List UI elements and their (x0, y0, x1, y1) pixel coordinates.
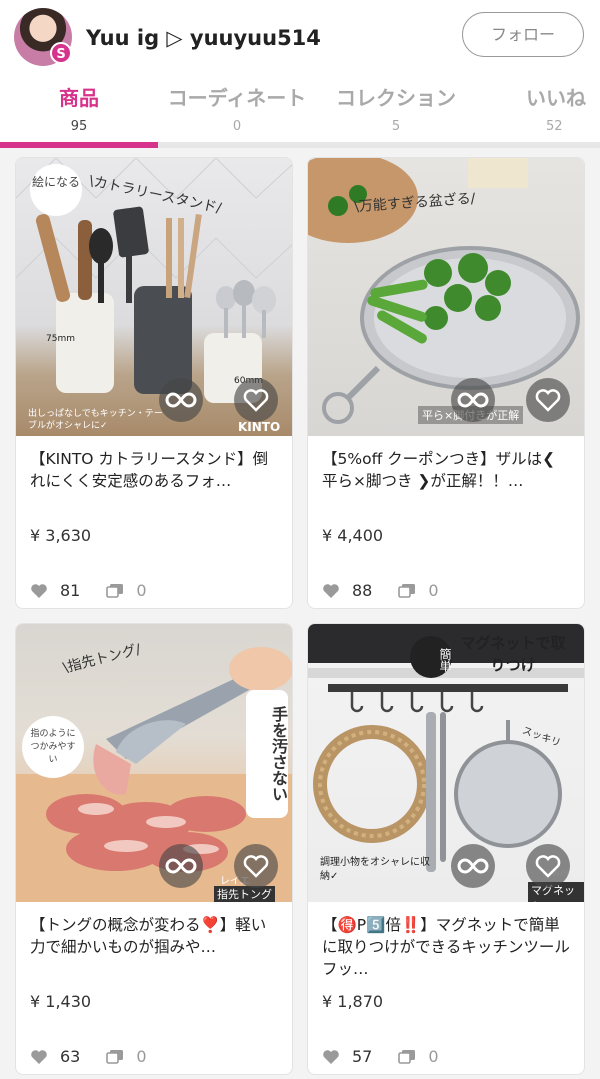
card-body: 【5%off クーポンつき】ザルは❮ 平ら×脚つき ❯が正解！！… ¥ 4,40… (308, 436, 584, 545)
image-bubble: 簡単 (410, 636, 452, 678)
infinity-icon (457, 392, 489, 408)
like-button[interactable] (526, 844, 570, 888)
product-grid: 絵になる \カトラリースタンド/ 75mm 60mm 出しっぱなしでもキッチン・… (0, 148, 600, 1079)
image-brand: KINTO (238, 420, 281, 434)
like-count: 63 (60, 1047, 81, 1066)
comment-count: 0 (136, 581, 147, 600)
product-title[interactable]: 【🉐P5️⃣倍‼️】マグネットで簡単に取りつけができるキッチンツールフッ… (322, 914, 570, 980)
tab-label: いいね (526, 86, 586, 110)
infinity-icon (165, 392, 197, 408)
tab-label: コーディネート (167, 86, 307, 110)
like-count: 57 (352, 1047, 373, 1066)
tab-label: 商品 (59, 86, 99, 110)
comment-count: 0 (428, 1047, 439, 1066)
card-meta: 81 0 (30, 581, 147, 600)
image-bubble: 指のようにつかみやすい (22, 716, 84, 778)
product-title[interactable]: 【5%off クーポンつき】ザルは❮ 平ら×脚つき ❯が正解！！… (322, 448, 570, 514)
follow-button[interactable]: フォロー (462, 12, 584, 57)
infinity-icon (165, 858, 197, 874)
like-button[interactable] (234, 844, 278, 888)
image-caption: 調理小物をオシャレに収納✓ (320, 857, 430, 882)
like-button[interactable] (526, 378, 570, 422)
heart-outline-icon (243, 389, 269, 412)
heart-outline-icon (535, 855, 561, 878)
product-title[interactable]: 【KINTO カトラリースタンド】倒れにくく安定感のあるフォ… (30, 448, 278, 514)
card-meta: 63 0 (30, 1047, 147, 1066)
shop-badge-icon: S (50, 42, 72, 64)
add-to-collection-button[interactable] (451, 844, 495, 888)
product-card[interactable]: \万能すぎる盆ざる/ 平ら×脚付きが正解 【5%off クーポンつき】ザルは❮ … (307, 157, 585, 609)
image-size-left: 75mm (46, 334, 75, 344)
product-title[interactable]: 【トングの概念が変わる❣️】軽い力で細かいものが掴みや… (30, 914, 278, 980)
image-caption: 指先トング (214, 886, 275, 902)
heart-icon (323, 1049, 339, 1064)
card-body: 【トングの概念が変わる❣️】軽い力で細かいものが掴みや… ¥ 1,430 (16, 902, 292, 1011)
image-banner: マグネットで取りつけ (460, 634, 566, 674)
infinity-icon (457, 858, 489, 874)
product-price: ¥ 1,870 (322, 992, 384, 1011)
card-body: 【KINTO カトラリースタンド】倒れにくく安定感のあるフォ… ¥ 3,630 (16, 436, 292, 545)
like-count: 81 (60, 581, 81, 600)
tab-collection[interactable]: コレクション 5 (332, 82, 460, 142)
tab-likes[interactable]: いいね 52 (512, 82, 600, 142)
like-count: 88 (352, 581, 373, 600)
comment-icon (398, 1049, 416, 1064)
card-meta: 57 0 (322, 1047, 439, 1066)
tab-count: 0 (232, 119, 242, 134)
comment-icon (106, 583, 124, 598)
tab-label: コレクション (336, 86, 456, 110)
tab-coordinate[interactable]: コーディネート 0 (164, 82, 310, 142)
card-meta: 88 0 (322, 581, 439, 600)
add-to-collection-button[interactable] (159, 844, 203, 888)
product-price: ¥ 4,400 (322, 526, 384, 545)
product-image[interactable]: \指先トング/ 指のようにつかみやすい 手を汚さない レイエ 指先トング (16, 624, 292, 902)
comment-icon (106, 1049, 124, 1064)
heart-outline-icon (243, 855, 269, 878)
image-caption: 出しっぱなしでもキッチン・テーブルがオシャレに✓ (28, 409, 163, 431)
product-card[interactable]: \指先トング/ 指のようにつかみやすい 手を汚さない レイエ 指先トング 【トン… (15, 623, 293, 1075)
comment-count: 0 (136, 1047, 147, 1066)
username: Yuu ig ▷ yuuyuu514 (86, 26, 321, 50)
comment-icon (398, 583, 416, 598)
heart-icon (31, 583, 47, 598)
heart-icon (31, 1049, 47, 1064)
product-card[interactable]: 簡単 マグネットで取りつけ スッキリ 調理小物をオシャレに収納✓ tower マ… (307, 623, 585, 1075)
profile-tabs: 商品 95 コーディネート 0 コレクション 5 いいね 52 (0, 78, 600, 148)
tab-count: 5 (391, 119, 401, 134)
product-image[interactable]: 絵になる \カトラリースタンド/ 75mm 60mm 出しっぱなしでもキッチン・… (16, 158, 292, 436)
product-image[interactable]: \万能すぎる盆ざる/ 平ら×脚付きが正解 (308, 158, 584, 436)
tab-count: 52 (546, 119, 563, 134)
add-to-collection-button[interactable] (159, 378, 203, 422)
like-button[interactable] (234, 378, 278, 422)
image-side-label: 手を汚さない (246, 690, 288, 818)
profile-header: S Yuu ig ▷ yuuyuu514 フォロー (0, 0, 600, 76)
product-price: ¥ 3,630 (30, 526, 92, 545)
comment-count: 0 (428, 581, 439, 600)
tab-count: 95 (70, 119, 88, 134)
add-to-collection-button[interactable] (451, 378, 495, 422)
image-bubble: 絵になる (30, 164, 82, 216)
product-price: ¥ 1,430 (30, 992, 92, 1011)
heart-icon (323, 583, 339, 598)
heart-outline-icon (535, 389, 561, 412)
product-image[interactable]: 簡単 マグネットで取りつけ スッキリ 調理小物をオシャレに収納✓ tower マ… (308, 624, 584, 902)
product-card[interactable]: 絵になる \カトラリースタンド/ 75mm 60mm 出しっぱなしでもキッチン・… (15, 157, 293, 609)
tab-products[interactable]: 商品 95 (35, 82, 123, 142)
card-body: 【🉐P5️⃣倍‼️】マグネットで簡単に取りつけができるキッチンツールフッ… ¥ … (308, 902, 584, 1011)
